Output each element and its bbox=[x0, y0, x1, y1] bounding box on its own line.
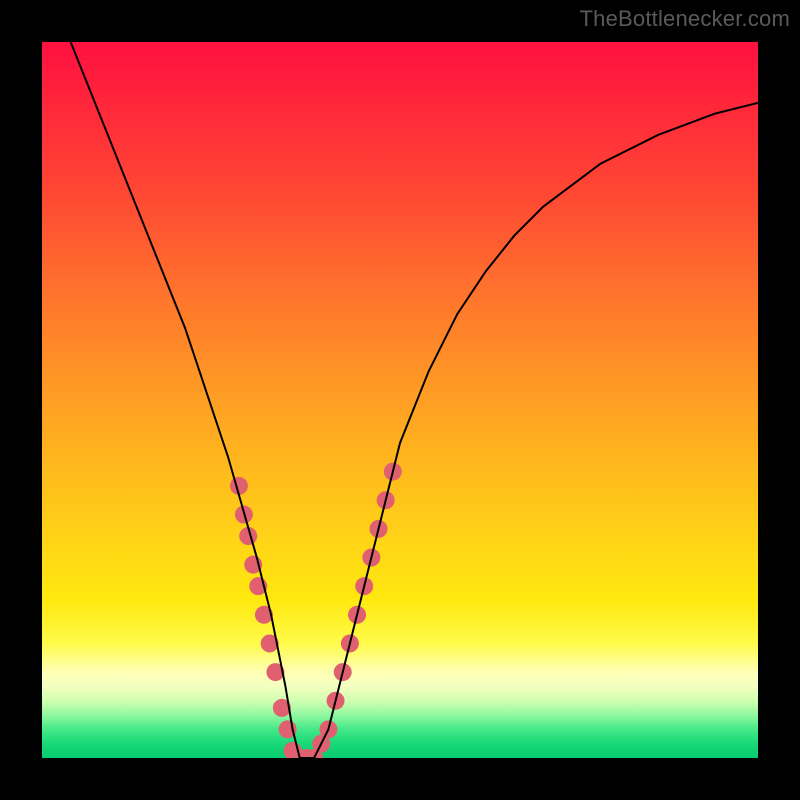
curve-svg bbox=[42, 42, 758, 758]
watermark-text: TheBottlenecker.com bbox=[580, 6, 790, 32]
chart-frame: TheBottlenecker.com bbox=[0, 0, 800, 800]
plot-area bbox=[42, 42, 758, 758]
bottleneck-curve bbox=[71, 42, 758, 758]
markers-group bbox=[230, 463, 402, 758]
